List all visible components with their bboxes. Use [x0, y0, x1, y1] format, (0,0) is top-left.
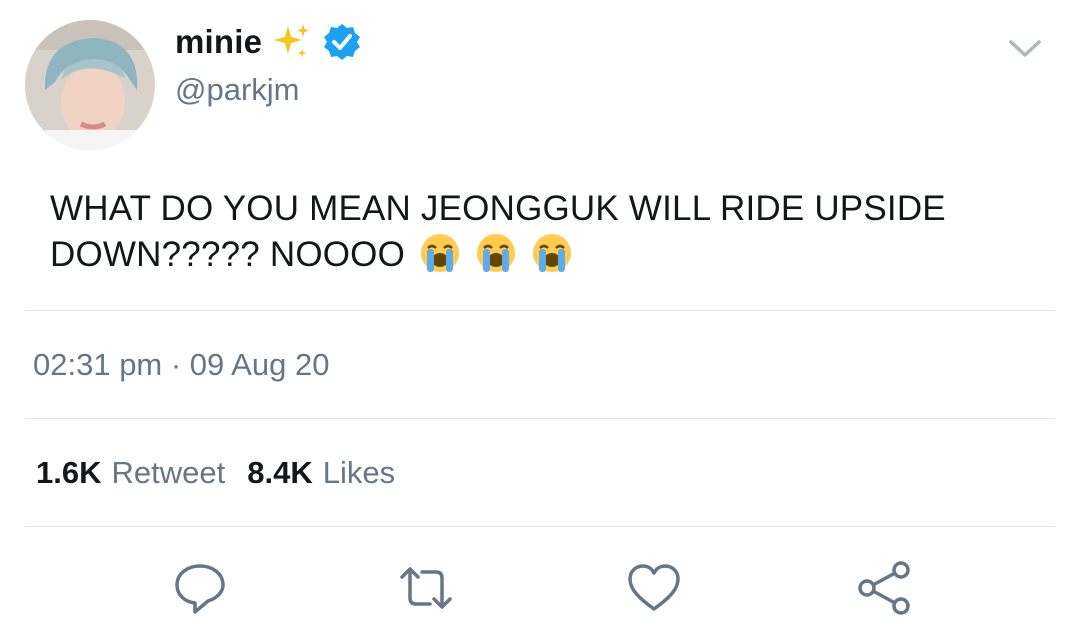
retweet-label: Retweet — [111, 455, 226, 490]
divider — [25, 310, 1055, 311]
emoji-group — [415, 234, 573, 274]
like-count: 8.4K — [247, 455, 313, 490]
reply-icon[interactable] — [172, 560, 228, 616]
like-stat[interactable]: 8.4K Likes — [247, 455, 395, 491]
user-handle[interactable]: @parkjm — [175, 72, 299, 108]
tweet-timestamp[interactable]: 02:31 pm · 09 Aug 20 — [33, 347, 329, 383]
loudly-crying-face-icon — [476, 234, 515, 272]
divider — [25, 418, 1055, 419]
like-label: Likes — [322, 455, 396, 490]
avatar-image — [25, 20, 155, 150]
like-icon[interactable] — [626, 560, 682, 616]
chevron-down-icon[interactable] — [1008, 38, 1042, 60]
action-bar — [0, 560, 1080, 620]
share-icon[interactable] — [856, 560, 912, 616]
sparkles-icon — [274, 24, 310, 57]
display-name[interactable]: minie — [175, 23, 262, 61]
retweet-icon[interactable] — [398, 560, 454, 616]
retweet-stat[interactable]: 1.6K Retweet — [36, 455, 225, 491]
loudly-crying-face-icon — [532, 234, 571, 272]
retweet-count: 1.6K — [36, 455, 102, 490]
loudly-crying-face-icon — [420, 234, 459, 272]
tweet-stats: 1.6K Retweet 8.4K Likes — [36, 455, 417, 491]
avatar[interactable] — [25, 20, 155, 150]
verified-badge-icon — [324, 24, 361, 60]
tweet-text: WHAT DO YOU MEAN JEONGGUK WILL RIDE UPSI… — [50, 186, 1050, 278]
divider — [25, 526, 1055, 527]
